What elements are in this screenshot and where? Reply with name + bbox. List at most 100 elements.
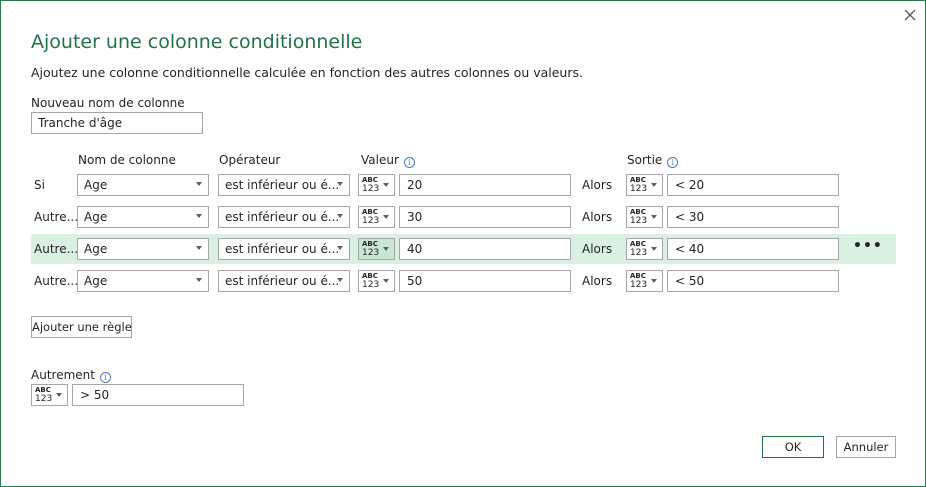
rule-label: Autre... bbox=[34, 242, 78, 256]
otherwise-label-text: Autrement bbox=[31, 368, 95, 382]
type-icon-abc: ABC bbox=[362, 176, 378, 184]
rule-row: Autre...Ageest inférieur ou é...ABC123Al… bbox=[31, 202, 896, 232]
more-options-icon[interactable]: ••• bbox=[853, 238, 883, 254]
type-icon-123: 123 bbox=[362, 248, 380, 258]
close-button[interactable] bbox=[900, 5, 920, 25]
chevron-down-icon bbox=[337, 246, 343, 250]
close-icon bbox=[904, 9, 916, 21]
output-input[interactable] bbox=[667, 174, 839, 196]
type-icon-123: 123 bbox=[630, 184, 648, 194]
type-icon-123: 123 bbox=[35, 394, 53, 404]
type-icon-abc: ABC bbox=[35, 386, 51, 394]
operator-dropdown[interactable]: est inférieur ou é... bbox=[218, 270, 350, 292]
info-icon[interactable]: i bbox=[99, 372, 111, 383]
chevron-down-icon bbox=[337, 278, 343, 282]
chevron-down-icon bbox=[383, 183, 389, 187]
output-type-button[interactable]: ABC 123 bbox=[626, 206, 663, 228]
value-type-button[interactable]: ABC 123 bbox=[358, 174, 395, 196]
rule-label: Autre... bbox=[34, 274, 78, 288]
operator-dropdown[interactable]: est inférieur ou é... bbox=[218, 174, 350, 196]
value-type-button[interactable]: ABC 123 bbox=[358, 206, 395, 228]
value-input[interactable] bbox=[399, 206, 571, 228]
chevron-down-icon bbox=[383, 247, 389, 251]
output-type-button[interactable]: ABC 123 bbox=[626, 174, 663, 196]
otherwise-value-input[interactable] bbox=[72, 384, 244, 406]
column-name-dropdown[interactable]: Age bbox=[77, 206, 209, 228]
value-input[interactable] bbox=[399, 238, 571, 260]
chevron-down-icon bbox=[383, 279, 389, 283]
header-value: Valeur i bbox=[361, 153, 415, 168]
header-operator: Opérateur bbox=[219, 153, 281, 167]
type-icon-123: 123 bbox=[630, 216, 648, 226]
value-type-button[interactable]: ABC 123 bbox=[358, 270, 395, 292]
output-type-button[interactable]: ABC 123 bbox=[626, 238, 663, 260]
column-name-dropdown[interactable]: Age bbox=[77, 238, 209, 260]
type-icon-abc: ABC bbox=[630, 240, 646, 248]
new-column-name-input[interactable] bbox=[31, 112, 203, 134]
dialog-title: Ajouter une colonne conditionnelle bbox=[31, 31, 363, 53]
type-icon-123: 123 bbox=[630, 248, 648, 258]
chevron-down-icon bbox=[196, 214, 202, 218]
header-output: Sortie i bbox=[627, 153, 679, 168]
chevron-down-icon bbox=[56, 393, 62, 397]
operator-dropdown[interactable]: est inférieur ou é... bbox=[218, 206, 350, 228]
chevron-down-icon bbox=[651, 247, 657, 251]
output-type-button[interactable]: ABC 123 bbox=[626, 270, 663, 292]
then-label: Alors bbox=[582, 210, 613, 224]
new-column-name-label: Nouveau nom de colonne bbox=[31, 96, 185, 110]
value-input[interactable] bbox=[399, 270, 571, 292]
chevron-down-icon bbox=[337, 182, 343, 186]
value-type-button[interactable]: ABC 123 bbox=[358, 238, 395, 260]
then-label: Alors bbox=[582, 274, 613, 288]
type-icon-abc: ABC bbox=[630, 272, 646, 280]
rule-label: Autre... bbox=[34, 210, 78, 224]
info-icon[interactable]: i bbox=[667, 157, 679, 168]
then-label: Alors bbox=[582, 242, 613, 256]
chevron-down-icon bbox=[651, 215, 657, 219]
chevron-down-icon bbox=[337, 214, 343, 218]
column-name-value: Age bbox=[84, 210, 108, 224]
type-icon-abc: ABC bbox=[362, 240, 378, 248]
add-rule-button[interactable]: Ajouter une règle bbox=[31, 316, 132, 338]
output-input[interactable] bbox=[667, 206, 839, 228]
operator-value: est inférieur ou é... bbox=[225, 242, 340, 256]
chevron-down-icon bbox=[196, 182, 202, 186]
column-name-value: Age bbox=[84, 242, 108, 256]
type-icon-abc: ABC bbox=[630, 176, 646, 184]
otherwise-type-button[interactable]: ABC 123 bbox=[31, 384, 68, 406]
output-input[interactable] bbox=[667, 270, 839, 292]
type-icon-123: 123 bbox=[362, 216, 380, 226]
dialog-subtitle: Ajoutez une colonne conditionnelle calcu… bbox=[31, 65, 583, 80]
operator-value: est inférieur ou é... bbox=[225, 178, 340, 192]
rule-row: Autre...Ageest inférieur ou é...ABC123Al… bbox=[31, 234, 896, 264]
add-conditional-column-dialog: Ajouter une colonne conditionnelle Ajout… bbox=[0, 0, 926, 487]
header-value-text: Valeur bbox=[361, 153, 399, 167]
type-icon-123: 123 bbox=[630, 280, 648, 290]
header-output-text: Sortie bbox=[627, 153, 663, 167]
chevron-down-icon bbox=[196, 246, 202, 250]
operator-dropdown[interactable]: est inférieur ou é... bbox=[218, 238, 350, 260]
cancel-button[interactable]: Annuler bbox=[836, 436, 896, 458]
operator-value: est inférieur ou é... bbox=[225, 210, 340, 224]
type-icon-abc: ABC bbox=[362, 208, 378, 216]
column-name-value: Age bbox=[84, 178, 108, 192]
chevron-down-icon bbox=[651, 183, 657, 187]
chevron-down-icon bbox=[196, 278, 202, 282]
output-input[interactable] bbox=[667, 238, 839, 260]
operator-value: est inférieur ou é... bbox=[225, 274, 340, 288]
type-icon-123: 123 bbox=[362, 184, 380, 194]
chevron-down-icon bbox=[383, 215, 389, 219]
value-input[interactable] bbox=[399, 174, 571, 196]
rule-row: SiAgeest inférieur ou é...ABC123AlorsABC… bbox=[31, 170, 896, 200]
type-icon-123: 123 bbox=[362, 280, 380, 290]
info-icon[interactable]: i bbox=[403, 157, 415, 168]
column-name-dropdown[interactable]: Age bbox=[77, 270, 209, 292]
column-name-value: Age bbox=[84, 274, 108, 288]
rule-label: Si bbox=[34, 178, 45, 192]
header-column-name: Nom de colonne bbox=[78, 153, 176, 167]
column-name-dropdown[interactable]: Age bbox=[77, 174, 209, 196]
ok-button[interactable]: OK bbox=[762, 436, 824, 458]
type-icon-abc: ABC bbox=[362, 272, 378, 280]
chevron-down-icon bbox=[651, 279, 657, 283]
otherwise-label: Autrement i bbox=[31, 368, 111, 383]
